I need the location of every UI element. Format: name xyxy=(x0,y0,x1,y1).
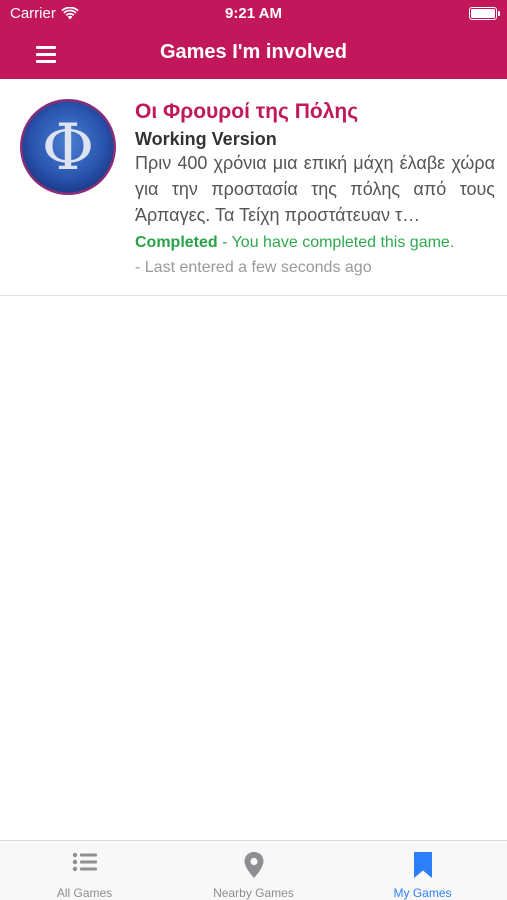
game-logo-glyph: Φ xyxy=(42,111,94,185)
tab-nearby-games-label: Nearby Games xyxy=(213,886,294,900)
game-version: Working Version xyxy=(135,129,277,149)
game-title: Οι Φρουροί της Πόλης xyxy=(135,100,359,123)
status-label: Completed xyxy=(135,234,218,251)
tab-my-games[interactable]: My Games xyxy=(338,841,507,900)
list-icon xyxy=(72,852,97,872)
bookmark-icon xyxy=(413,852,432,878)
navigation-bar: Games I'm involved xyxy=(0,28,507,79)
status-detail: - You have completed this game. xyxy=(217,234,455,251)
status-time: 9:21 AM xyxy=(225,5,282,22)
tab-my-games-label: My Games xyxy=(393,886,452,900)
game-status: Completed - You have completed this game… xyxy=(135,234,454,252)
last-entered: - Last entered a few seconds ago xyxy=(135,259,372,276)
status-bar: Carrier 9:21 AM xyxy=(0,0,507,28)
page-title: Games I'm involved xyxy=(159,41,348,63)
game-description: Πριν 400 χρόνια μια επική μάχη έλαβε χώρ… xyxy=(135,153,495,225)
tab-bar: All Games Nearby Games My Games xyxy=(0,840,507,900)
game-logo: Φ xyxy=(20,99,116,195)
battery-icon xyxy=(469,7,500,20)
map-pin-icon xyxy=(244,852,263,878)
tab-all-games[interactable]: All Games xyxy=(0,841,169,900)
tab-nearby-games[interactable]: Nearby Games xyxy=(169,841,338,900)
tab-all-games-label: All Games xyxy=(56,886,113,900)
